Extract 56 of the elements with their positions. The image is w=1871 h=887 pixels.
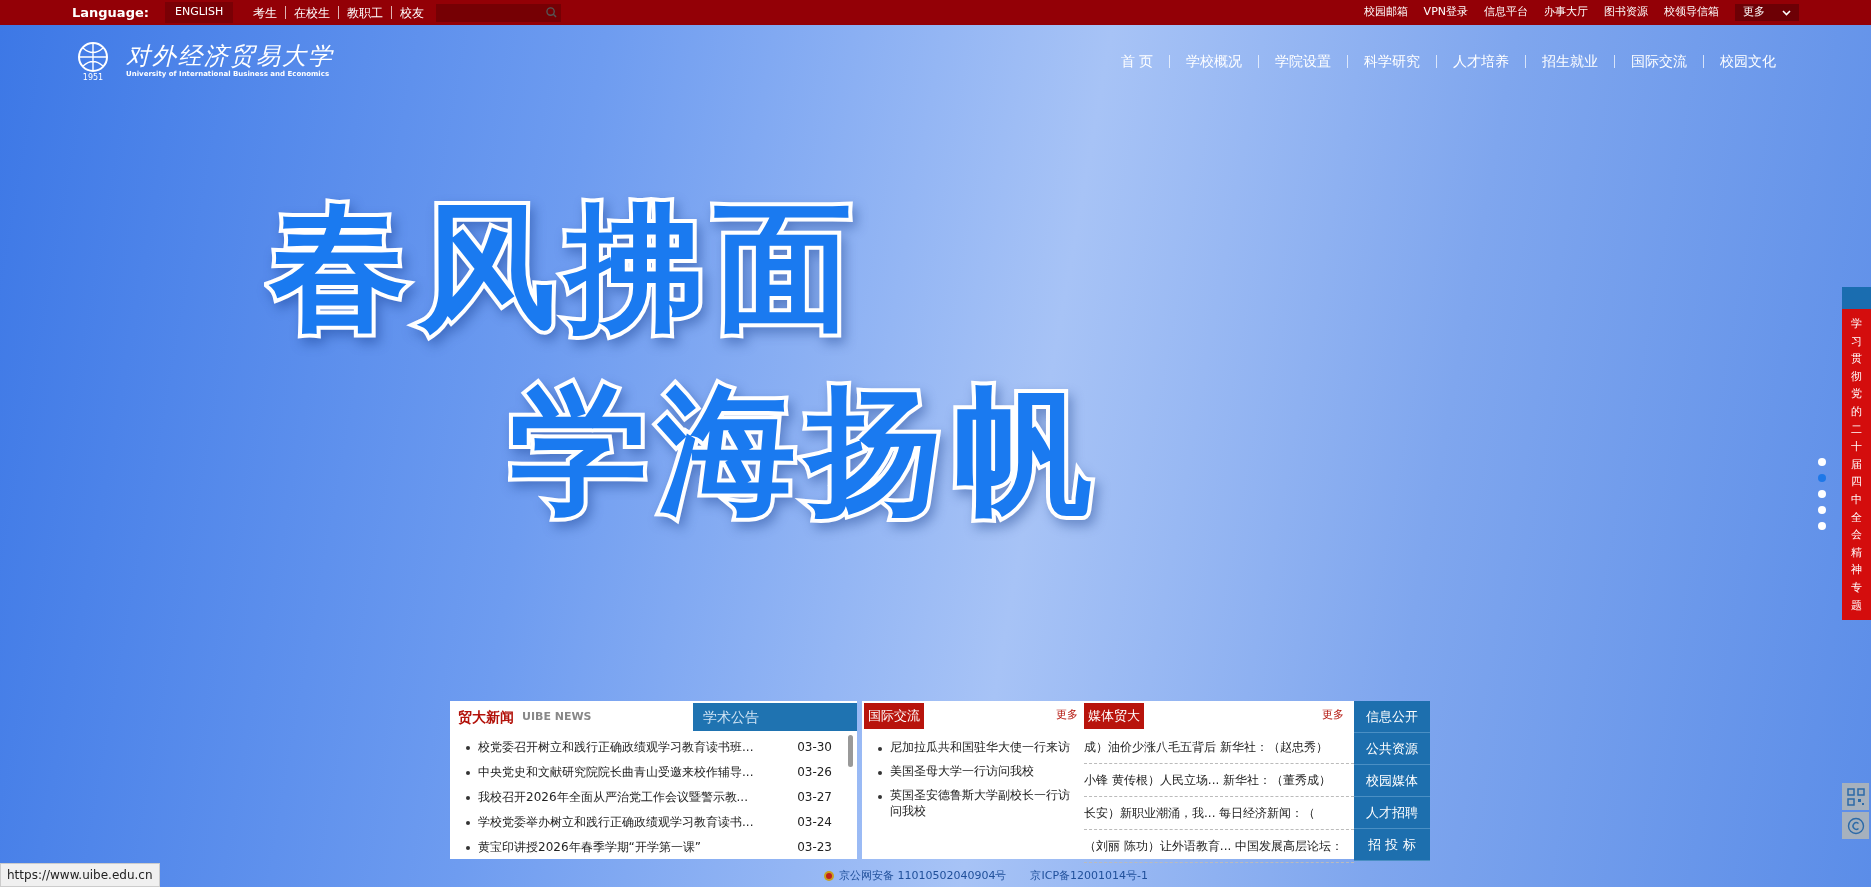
carousel-dot[interactable] <box>1818 458 1826 466</box>
quick-link[interactable]: 图书资源 <box>1604 4 1648 21</box>
news-tab[interactable]: 贸大新闻 UIBE NEWS <box>450 703 592 731</box>
media-news-link[interactable]: 小锋 黄传根）人民立场... 新华社：（董秀成） <box>1084 773 1332 787</box>
intl-news-link[interactable]: 英国圣安德鲁斯大学副校长一行访问我校 <box>890 787 1076 819</box>
scrollbar-thumb[interactable] <box>848 735 853 767</box>
logo-name: 对外经济贸易大学 <box>126 42 334 69</box>
search-field[interactable] <box>436 3 562 22</box>
intl-news-link[interactable]: 美国圣母大学一行访问我校 <box>890 763 1034 779</box>
news-date: 03-26 <box>797 764 832 781</box>
audience-link[interactable]: 校友 <box>396 3 429 22</box>
news-date: 03-27 <box>797 789 832 806</box>
carousel-dot[interactable] <box>1818 506 1826 514</box>
footer-text: 京公网安备 11010502040904号 <box>839 867 1007 884</box>
language-label: Language: <box>71 3 149 22</box>
media-news-link[interactable]: 长安）新职业潮涌，我... 每日经济新闻：（ <box>1084 806 1316 820</box>
news-date: 03-30 <box>797 739 832 756</box>
quick-link[interactable]: 办事大厅 <box>1544 4 1588 21</box>
news-link[interactable]: 校党委召开树立和践行正确政绩观学习教育读书班... <box>478 735 790 760</box>
quick-link[interactable]: 校领导信箱 <box>1664 4 1719 21</box>
news-link[interactable]: 学校党委举办树立和践行正确政绩观学习教育读书... <box>478 810 790 835</box>
more-link[interactable]: 更多 <box>1056 707 1078 724</box>
announcement-tab[interactable]: 学术公告 <box>693 703 857 731</box>
intl-news-link[interactable]: 尼加拉瓜共和国驻华大使一行来访 <box>890 739 1070 755</box>
audience-link[interactable]: 教职工 <box>343 3 388 22</box>
quick-link[interactable]: VPN登录 <box>1423 4 1468 21</box>
english-button[interactable]: ENGLISH <box>164 2 234 23</box>
audience-link[interactable]: 考生 <box>249 3 282 22</box>
more-dropdown[interactable]: 更多 <box>1735 4 1799 21</box>
news-link[interactable]: 黄宝印讲授2026年春季学期“开学第一课” <box>478 835 790 860</box>
slogan-text: 春风拂面 <box>270 199 862 337</box>
news-link[interactable]: 我校召开2026年全面从严治党工作会议暨警示教... <box>478 785 790 810</box>
slogan-text: 学海扬帆 <box>510 382 1102 520</box>
more-link[interactable]: 更多 <box>1322 707 1344 724</box>
search-icon <box>546 7 558 18</box>
quick-link[interactable]: 信息平台 <box>1484 4 1528 21</box>
chevron-down-icon <box>1782 9 1791 16</box>
news-date: 03-24 <box>797 814 832 831</box>
carousel-dot[interactable] <box>1818 490 1826 498</box>
copyright-icon[interactable] <box>1842 812 1869 839</box>
intl-title: 国际交流 <box>864 703 924 729</box>
footer-text: 京ICP备12001014号-1 <box>1030 867 1148 884</box>
quick-link[interactable]: 校园邮箱 <box>1363 4 1408 21</box>
police-badge-icon <box>823 870 835 882</box>
media-news-link[interactable]: （刘丽 陈功）让外语教育... 中国发展高层论坛： <box>1084 839 1344 853</box>
carousel-dot[interactable] <box>1818 474 1826 482</box>
media-title: 媒体贸大 <box>1084 703 1144 729</box>
news-link[interactable]: 中央党史和文献研究院院长曲青山受邀来校作辅导... <box>478 760 790 785</box>
status-url: https://www.uibe.edu.cn <box>0 863 160 887</box>
logo-year: 1951 <box>82 74 104 82</box>
audience-link[interactable]: 在校生 <box>290 3 335 22</box>
topic-banner[interactable]: 学习贯彻党的二十届四中全会精神专题 <box>1842 287 1871 621</box>
media-news-link[interactable]: 成）油价少涨八毛五背后 新华社：（赵忠秀） <box>1084 740 1328 754</box>
news-date: 03-23 <box>797 839 832 856</box>
qr-code-icon[interactable] <box>1842 783 1869 810</box>
carousel-dot[interactable] <box>1818 522 1826 530</box>
